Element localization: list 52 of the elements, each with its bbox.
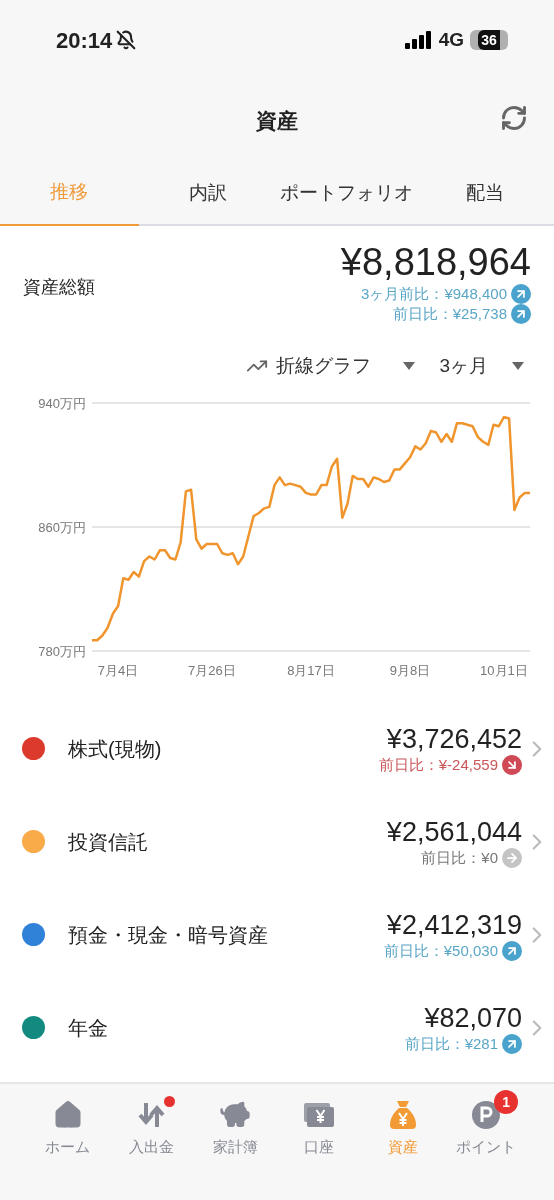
asset-row[interactable]: 投資信託 ¥2,561,044 前日比：¥0: [0, 795, 554, 888]
category-amount: ¥82,070: [424, 1001, 522, 1034]
x-axis-label: 10月1日: [480, 663, 528, 678]
trend-icon: [502, 940, 522, 961]
money-bag-icon: [388, 1098, 417, 1132]
change-text: 3ヶ月前比：¥948,400: [361, 284, 507, 304]
category-name: 預金・現金・暗号資産: [68, 922, 269, 948]
tab[interactable]: 内訳: [138, 160, 277, 226]
trend-icon: [502, 1033, 522, 1054]
refresh-button[interactable]: [500, 104, 528, 132]
asset-row[interactable]: 株式(現物) ¥3,726,452 前日比：¥-24,559: [0, 702, 554, 795]
category-name: 投資信託: [68, 829, 149, 855]
x-axis-label: 7月4日: [97, 663, 139, 678]
network-label: 4G: [438, 27, 464, 52]
caret-icon: [403, 362, 416, 370]
asset-row[interactable]: 年金 ¥82,070 前日比：¥281: [0, 981, 554, 1074]
tab[interactable]: ポートフォリオ: [277, 160, 416, 226]
category-amount: ¥2,561,044: [386, 815, 522, 848]
trend-icon: [502, 847, 522, 868]
y-axis-label: 940万円: [38, 396, 86, 411]
change-text: 前日比：¥-24,559: [378, 754, 498, 775]
y-axis-label: 780万円: [38, 644, 86, 659]
category-name: 株式(現物): [68, 736, 163, 762]
nav-item[interactable]: ポイント 1: [444, 1090, 529, 1159]
category-amount: ¥2,412,319: [386, 908, 522, 941]
total-label: 資産総額: [23, 276, 95, 299]
x-axis-label: 8月17日: [287, 663, 335, 678]
status-time: 20:14: [56, 26, 113, 55]
signal-icon: [404, 31, 433, 49]
y-axis-label: 860万円: [38, 520, 86, 535]
battery-icon: 36: [470, 30, 508, 50]
asset-row[interactable]: 預金・現金・暗号資産 ¥2,412,319 前日比：¥50,030: [0, 888, 554, 981]
category-amount: ¥3,726,452: [386, 722, 522, 755]
notification-badge: 1: [494, 1090, 519, 1114]
x-axis-label: 9月8日: [389, 663, 431, 678]
category-name: 年金: [68, 1015, 109, 1041]
tab[interactable]: 配当: [415, 160, 554, 226]
change-text: 前日比：¥281: [404, 1033, 498, 1054]
period-dropdown[interactable]: 3ヶ月: [439, 351, 524, 381]
total-amount: ¥8,818,964: [340, 240, 531, 284]
trend-icon: [502, 754, 522, 775]
x-axis-label: 7月26日: [188, 663, 236, 678]
change-text: 前日比：¥25,738: [392, 304, 507, 324]
page-title: 資産: [256, 108, 298, 135]
bell-off-icon: [116, 30, 137, 50]
change-text: 前日比：¥50,030: [383, 940, 498, 961]
trend-icon: [511, 304, 531, 324]
chart-type-dropdown[interactable]: 折線グラフ: [246, 351, 416, 381]
coin-icon: [471, 1098, 502, 1132]
caret-icon: [512, 362, 524, 370]
change-text: 前日比：¥0: [421, 847, 498, 868]
trend-icon: [511, 284, 531, 304]
